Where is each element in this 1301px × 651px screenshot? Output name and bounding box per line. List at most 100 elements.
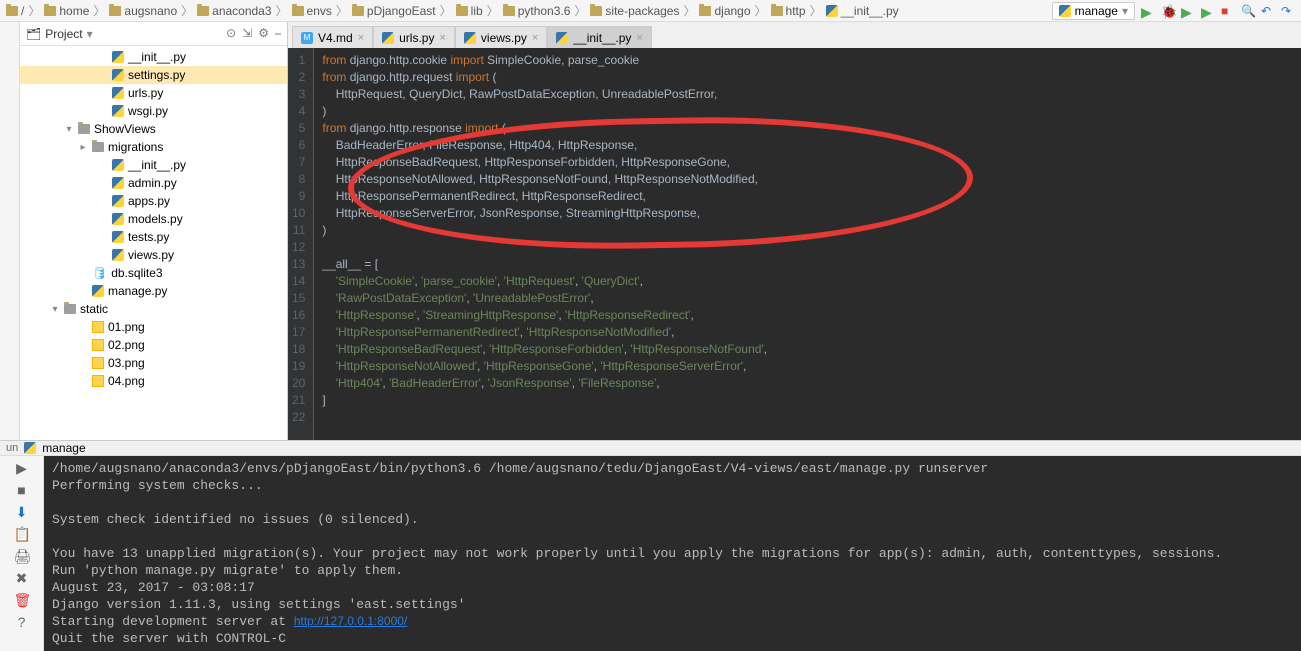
run-config-selector[interactable]: manage ▾ [1052,2,1135,20]
help-button[interactable]: ? [14,614,30,630]
run-tab-label[interactable]: manage [42,441,85,455]
tree-item[interactable]: 01.png [20,318,287,336]
breadcrumb-item[interactable]: envs [290,3,334,19]
tree-item-label: admin.py [128,176,177,190]
tree-item-label: __init__.py [128,50,186,64]
python-icon [112,87,124,99]
breadcrumb-item[interactable]: site-packages [588,3,681,19]
tree-item[interactable]: __init__.py [20,156,287,174]
python-icon [112,69,124,81]
search-icon[interactable]: 🔍 [1241,4,1255,18]
folder-icon [197,6,209,16]
code-content[interactable]: from django.http.cookie import SimpleCoo… [313,48,1301,440]
python-icon [112,249,124,261]
tree-item-label: apps.py [128,194,170,208]
tree-item-label: db.sqlite3 [111,266,162,280]
chevron-down-icon[interactable]: ▾ [87,27,93,41]
collapse-icon[interactable]: ⊙ [226,26,236,41]
editor-tab[interactable]: urls.py × [373,26,455,49]
image-icon [92,357,104,369]
stop-process-button[interactable]: ■ [14,482,30,498]
breadcrumb-item[interactable]: anaconda3 [195,3,273,19]
code-editor[interactable]: 12345678910111213141516171819202122 from… [288,48,1301,440]
close-tab-icon[interactable]: × [532,32,538,44]
tab-label: urls.py [399,31,434,45]
tree-item[interactable]: models.py [20,210,287,228]
tree-item[interactable]: 03.png [20,354,287,372]
tree-item[interactable]: 🛢db.sqlite3 [20,264,287,282]
tree-item[interactable]: 02.png [20,336,287,354]
editor-tab[interactable]: MV4.md× [292,26,373,49]
tree-item[interactable]: urls.py [20,84,287,102]
breadcrumb-item[interactable]: pDjangoEast [350,3,438,19]
tree-item[interactable]: ▾ static [20,300,287,318]
run-button[interactable]: ▶ [1141,4,1155,18]
python-icon [112,177,124,189]
tree-item[interactable]: views.py [20,246,287,264]
debug-button[interactable]: 🐞 [1161,4,1175,18]
profile-button[interactable]: ▶ [1201,4,1215,18]
folder-icon [456,6,468,16]
close-tab-icon[interactable]: × [636,32,642,44]
breadcrumb-item[interactable]: lib [454,3,485,19]
forward-icon[interactable]: ↷ [1281,4,1295,18]
python-icon [24,442,36,454]
gear-icon[interactable]: ⚙ [258,26,269,41]
editor-tab[interactable]: views.py× [455,26,547,49]
close-tab-icon[interactable]: × [358,32,364,44]
tree-arrow-icon[interactable]: ▾ [64,124,74,135]
trash-button[interactable]: 🗑 [14,592,30,608]
tree-item[interactable]: 04.png [20,372,287,390]
hide-icon[interactable]: ⎯ [275,26,281,41]
breadcrumb-item[interactable]: home [42,3,91,19]
tree-item-label: 04.png [108,374,145,388]
python-icon [826,5,838,17]
breadcrumb-item[interactable]: http [769,3,808,19]
close-tab-icon[interactable]: × [439,32,445,44]
folder-icon [590,6,602,16]
markdown-icon: M [301,32,313,44]
image-icon [92,321,104,333]
breadcrumb-item[interactable]: python3.6 [501,3,573,19]
tree-item[interactable]: wsgi.py [20,102,287,120]
rerun-button[interactable]: ▶ [14,460,30,476]
clear-button[interactable]: ✖ [14,570,30,586]
folder-icon [771,6,783,16]
tree-item-label: 01.png [108,320,145,334]
tree-item[interactable]: apps.py [20,192,287,210]
tree-item[interactable]: admin.py [20,174,287,192]
tree-item[interactable]: tests.py [20,228,287,246]
tree-item-label: 03.png [108,356,145,370]
tree-item-label: 02.png [108,338,145,352]
project-tree[interactable]: __init__.py settings.pyurls.pywsgi.py▾Sho… [20,46,287,440]
project-sidebar: 🗂 Project ▾ ⊙ ⇲ ⚙ ⎯ __init__.py settings.… [20,22,288,440]
editor-tab[interactable]: __init__.py× [547,26,651,49]
tree-item[interactable]: manage.py [20,282,287,300]
tree-item[interactable]: ▸migrations [20,138,287,156]
tree-item[interactable]: settings.py [20,66,287,84]
toggle-soft-wrap-button[interactable]: 📋 [14,526,30,542]
stop-button[interactable]: ■ [1221,4,1235,18]
project-tool-title[interactable]: 🗂 Project ▾ [26,27,93,41]
breadcrumb-item[interactable]: / [4,3,26,19]
breadcrumb-item[interactable]: augsnano [107,3,179,19]
print-button[interactable]: 🖨 [14,548,30,564]
tree-item[interactable]: __init__.py [20,48,287,66]
tree-arrow-icon[interactable]: ▸ [78,142,88,153]
console-output[interactable]: /home/augsnano/anaconda3/envs/pDjangoEas… [44,456,1301,651]
tree-arrow-icon[interactable]: ▾ [50,304,60,315]
folder-icon [78,124,90,134]
tree-item-label: static [80,302,108,316]
down-button[interactable]: ⬇ [14,504,30,520]
run-coverage-button[interactable]: ▶ [1181,4,1195,18]
folder-icon [109,6,121,16]
project-icon: 🗂 [26,27,41,41]
run-panel: un manage ▶ ■ ⬇ 📋 🖨 ✖ 🗑 ? /home/augsnano… [0,440,1301,637]
left-gutter-bar[interactable] [0,22,20,440]
tree-item[interactable]: ▾ShowViews [20,120,287,138]
back-icon[interactable]: ↶ [1261,4,1275,18]
breadcrumb-item[interactable]: __init__.py [824,3,901,19]
breadcrumb-item[interactable]: django [697,3,752,19]
image-icon [92,375,104,387]
expand-icon[interactable]: ⇲ [242,26,252,41]
